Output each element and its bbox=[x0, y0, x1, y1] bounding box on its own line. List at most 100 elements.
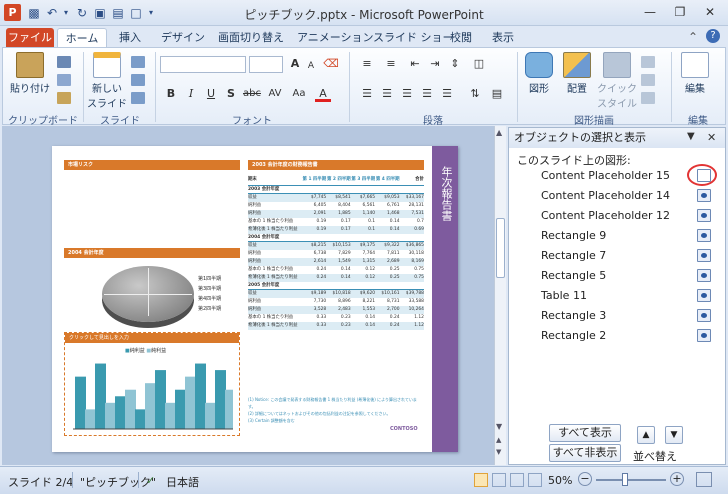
visibility-eye-icon[interactable] bbox=[697, 289, 711, 302]
minimize-icon[interactable]: — bbox=[638, 4, 662, 20]
table-title[interactable]: 2003 会計年度の財務報告書 bbox=[248, 160, 424, 170]
move-down-button[interactable]: ▼ bbox=[665, 426, 683, 444]
slide-counter[interactable]: スライド 2/4 bbox=[8, 474, 73, 490]
content-placeholder-chart[interactable]: クリックして見出しを入力 ■純利益 ■純利益 bbox=[64, 332, 240, 436]
slide-sorter-icon[interactable] bbox=[492, 473, 506, 487]
next-slide-icon[interactable]: ▼ bbox=[496, 448, 505, 456]
slide-canvas[interactable]: 市場リスク 2004 会計年度 第1四半期 第3四半期 第4四半期 第2四半期 … bbox=[52, 146, 458, 452]
bullets-icon[interactable]: ≡ bbox=[359, 56, 375, 72]
tab-insert[interactable]: 挿入 bbox=[110, 28, 150, 48]
increase-indent-icon[interactable]: ⇥ bbox=[427, 56, 443, 72]
fy2004-header[interactable]: 2004 会計年度 bbox=[64, 248, 240, 258]
visibility-eye-icon[interactable] bbox=[697, 269, 711, 282]
tab-file[interactable]: ファイル bbox=[6, 28, 54, 48]
paste-button[interactable]: 貼り付け bbox=[9, 52, 51, 95]
reading-view-icon[interactable] bbox=[510, 473, 524, 487]
scroll-down-icon[interactable]: ▼ bbox=[496, 422, 505, 431]
theme-name[interactable]: "ピッチブック" bbox=[80, 474, 156, 490]
zoom-slider-track[interactable] bbox=[596, 479, 666, 481]
shapes-button[interactable]: 図形 bbox=[521, 52, 557, 95]
decrease-indent-icon[interactable]: ⇤ bbox=[407, 56, 423, 72]
shape-list-item[interactable]: Rectangle 3 bbox=[509, 306, 725, 326]
market-risk-header[interactable]: 市場リスク bbox=[64, 160, 240, 170]
visibility-eye-icon[interactable] bbox=[697, 209, 711, 222]
zoom-level[interactable]: 50% bbox=[548, 474, 572, 487]
prev-slide-icon[interactable]: ▲ bbox=[496, 436, 505, 444]
italic-button[interactable]: I bbox=[183, 86, 199, 102]
visibility-eye-icon[interactable] bbox=[697, 329, 711, 342]
financial-table[interactable]: 期末 第 1 四半期第 2 四半期第 3 四半期第 4 四半期 合計 2003 会計年… bbox=[248, 172, 424, 330]
scroll-up-icon[interactable]: ▲ bbox=[496, 128, 505, 137]
zoom-slider-thumb[interactable] bbox=[622, 473, 628, 486]
format-painter-icon[interactable] bbox=[57, 92, 71, 104]
arrange-button[interactable]: 配置 bbox=[559, 52, 595, 95]
section-icon[interactable] bbox=[131, 92, 145, 104]
restore-icon[interactable]: ❐ bbox=[668, 4, 692, 20]
tab-review[interactable]: 校閲 bbox=[441, 28, 481, 48]
editing-button[interactable]: 編集 bbox=[675, 52, 715, 95]
layout-icon[interactable] bbox=[131, 56, 145, 68]
numbering-icon[interactable]: ≡ bbox=[383, 56, 399, 72]
shrink-font-button[interactable]: A bbox=[303, 58, 319, 74]
close-window-icon[interactable]: ✕ bbox=[698, 4, 722, 20]
columns-icon[interactable]: ◫ bbox=[471, 56, 487, 72]
hide-all-button[interactable]: すべて非表示 bbox=[549, 444, 621, 462]
text-direction-icon[interactable]: ⇅ bbox=[467, 86, 483, 102]
visibility-eye-icon[interactable] bbox=[697, 249, 711, 262]
bold-button[interactable]: B bbox=[163, 86, 179, 102]
visibility-eye-icon[interactable] bbox=[697, 229, 711, 242]
align-right-icon[interactable]: ☰ bbox=[399, 86, 415, 102]
visibility-eye-icon[interactable] bbox=[697, 309, 711, 322]
copy-icon[interactable] bbox=[57, 74, 71, 86]
underline-button[interactable]: U bbox=[203, 86, 219, 102]
tab-transitions[interactable]: 画面切り替え bbox=[209, 28, 293, 48]
distribute-icon[interactable]: ☰ bbox=[439, 86, 455, 102]
change-case-button[interactable]: Aa bbox=[289, 86, 309, 102]
quick-styles-button[interactable]: クイック スタイル bbox=[597, 52, 637, 110]
fit-to-window-icon[interactable] bbox=[696, 472, 712, 487]
help-icon[interactable]: ? bbox=[706, 29, 720, 43]
tab-design[interactable]: デザイン bbox=[152, 28, 214, 48]
zoom-in-icon[interactable]: + bbox=[670, 472, 684, 486]
align-center-icon[interactable]: ☰ bbox=[379, 86, 395, 102]
shape-list-item[interactable]: Content Placeholder 14 bbox=[509, 186, 725, 206]
slideshow-view-icon[interactable] bbox=[528, 473, 542, 487]
shape-outline-icon[interactable] bbox=[641, 74, 655, 86]
cut-icon[interactable] bbox=[57, 56, 71, 68]
justify-icon[interactable]: ☰ bbox=[419, 86, 435, 102]
zoom-out-icon[interactable]: − bbox=[578, 472, 592, 486]
pane-close-icon[interactable]: ✕ bbox=[707, 131, 716, 144]
shape-list-item[interactable]: Rectangle 2 bbox=[509, 326, 725, 346]
strikethrough-button[interactable]: abc bbox=[241, 86, 263, 102]
shape-list-item[interactable]: Rectangle 5 bbox=[509, 266, 725, 286]
grow-font-button[interactable]: A bbox=[287, 56, 303, 72]
align-text-icon[interactable]: ▤ bbox=[489, 86, 505, 102]
normal-view-icon[interactable] bbox=[474, 473, 488, 487]
clear-format-icon[interactable]: ⌫ bbox=[323, 56, 339, 72]
shape-list-item[interactable]: Table 11 bbox=[509, 286, 725, 306]
scroll-thumb[interactable] bbox=[496, 218, 505, 278]
spellcheck-icon[interactable]: ✓ bbox=[146, 474, 155, 487]
align-left-icon[interactable]: ☰ bbox=[359, 86, 375, 102]
move-up-button[interactable]: ▲ bbox=[637, 426, 655, 444]
tab-view[interactable]: 表示 bbox=[483, 28, 523, 48]
shape-list-item[interactable]: Rectangle 7 bbox=[509, 246, 725, 266]
visibility-eye-icon[interactable] bbox=[697, 189, 711, 202]
chart-heading-placeholder[interactable]: クリックして見出しを入力 bbox=[65, 333, 239, 343]
font-color-button[interactable]: A bbox=[315, 86, 331, 102]
reset-slide-icon[interactable] bbox=[131, 74, 145, 86]
line-spacing-icon[interactable]: ⇕ bbox=[447, 56, 463, 72]
vertical-scrollbar[interactable]: ▲ ▼ ▲ ▼ bbox=[494, 126, 506, 465]
vertical-title-band[interactable]: 年次報告書 bbox=[432, 146, 458, 452]
pane-options-icon[interactable]: ▼ bbox=[687, 131, 695, 142]
shape-list-item[interactable]: Rectangle 9 bbox=[509, 226, 725, 246]
language[interactable]: 日本語 bbox=[166, 474, 199, 490]
font-size-combobox[interactable] bbox=[249, 56, 283, 73]
new-slide-button[interactable]: 新しい スライド bbox=[87, 52, 127, 110]
ribbon-minimize-icon[interactable]: ⌃ bbox=[688, 30, 698, 44]
shape-effects-icon[interactable] bbox=[641, 92, 655, 104]
show-all-button[interactable]: すべて表示 bbox=[549, 424, 621, 442]
font-name-combobox[interactable] bbox=[160, 56, 246, 73]
shape-list-item[interactable]: Content Placeholder 12 bbox=[509, 206, 725, 226]
tab-home[interactable]: ホーム bbox=[57, 28, 107, 48]
